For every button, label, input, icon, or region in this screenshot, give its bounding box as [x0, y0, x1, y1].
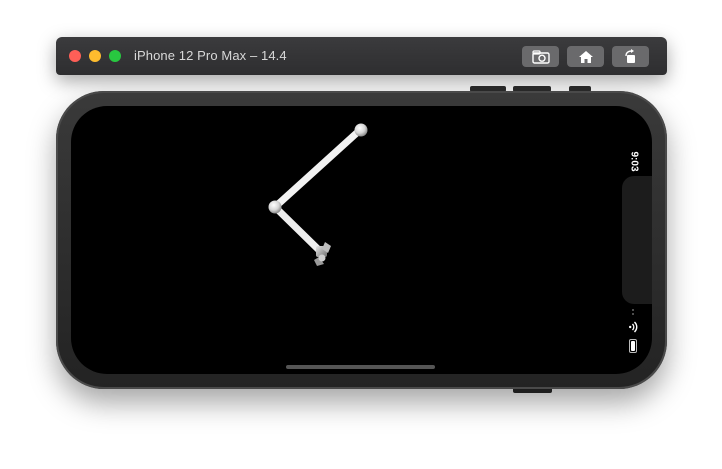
home-icon — [578, 50, 593, 63]
device-notch — [622, 176, 652, 304]
signal-dots-icon — [632, 309, 636, 319]
scene-canvas[interactable] — [71, 106, 652, 374]
window-title: iPhone 12 Pro Max – 14.4 — [134, 48, 287, 63]
device-screen[interactable]: 9:03 — [71, 106, 652, 374]
arm-segment-lower — [271, 203, 326, 257]
window-zoom-button[interactable] — [109, 50, 121, 62]
window-close-button[interactable] — [69, 50, 81, 62]
home-button[interactable] — [567, 46, 604, 67]
arm-joint-shoulder — [354, 123, 368, 137]
wifi-icon — [628, 321, 638, 333]
window-minimize-button[interactable] — [89, 50, 101, 62]
status-time: 9:03 — [628, 151, 640, 172]
screenshot-button[interactable] — [522, 46, 559, 67]
device-frame: 9:03 — [56, 91, 667, 389]
battery-icon — [629, 339, 637, 353]
arm-joint-elbow — [268, 200, 282, 214]
simulator-toolbar: iPhone 12 Pro Max – 14.4 — [56, 37, 667, 75]
rotate-button[interactable] — [612, 46, 649, 67]
arm-segment-upper — [271, 126, 364, 211]
simulator-stage: iPhone 12 Pro Max – 14.4 9:03 — [0, 0, 722, 469]
camera-icon — [531, 49, 550, 64]
rotate-icon — [624, 49, 635, 63]
home-indicator[interactable] — [286, 365, 435, 369]
